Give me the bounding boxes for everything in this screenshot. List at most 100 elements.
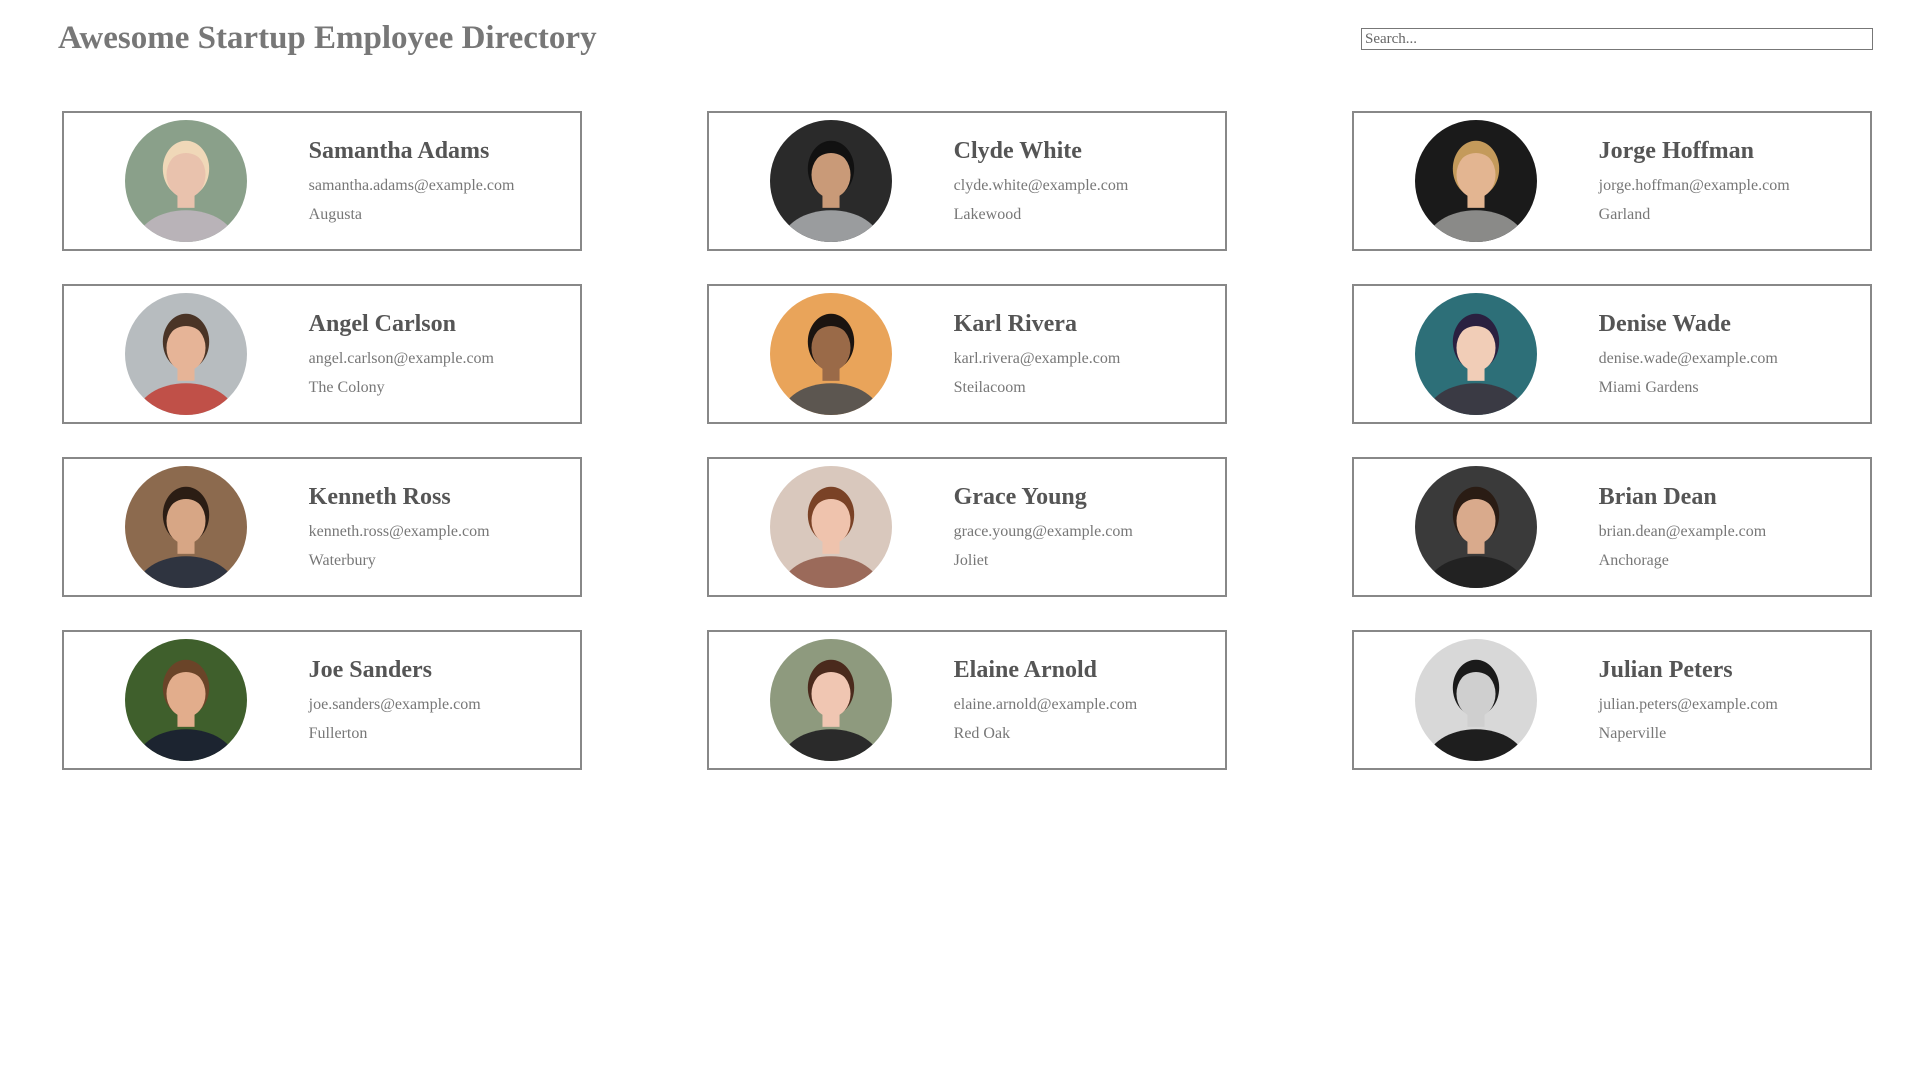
- portrait-graphic: [1415, 120, 1538, 242]
- photo-face: [166, 151, 206, 199]
- photo-face: [166, 670, 206, 718]
- employee-info: Karl Rivera karl.rivera@example.com Stei…: [954, 311, 1164, 397]
- employee-city: Augusta: [308, 206, 362, 223]
- search-input[interactable]: [1361, 28, 1873, 50]
- employee-photo: [770, 466, 893, 588]
- employee-photo: [770, 120, 893, 242]
- portrait-graphic: [125, 293, 248, 415]
- employee-card[interactable]: Samantha Adams samantha.adams@example.co…: [62, 111, 582, 251]
- employee-name: Joe Sanders: [308, 657, 432, 683]
- employee-email: kenneth.ross@example.com: [308, 523, 490, 540]
- employee-email: samantha.adams@example.com: [308, 177, 515, 194]
- photo-face: [1456, 324, 1496, 372]
- portrait-graphic: [1415, 639, 1538, 761]
- employee-name: Samantha Adams: [308, 138, 490, 164]
- photo-face: [166, 324, 206, 372]
- employee-city: Waterbury: [308, 552, 376, 569]
- employee-info: Jorge Hoffman jorge.hoffman@example.com …: [1599, 138, 1809, 224]
- employee-info: Samantha Adams samantha.adams@example.co…: [309, 138, 519, 224]
- employee-card[interactable]: Clyde White clyde.white@example.com Lake…: [707, 111, 1227, 251]
- photo-face: [811, 151, 851, 199]
- employee-photo: [1415, 466, 1538, 588]
- photo-face: [811, 670, 851, 718]
- employee-photo: [125, 639, 248, 761]
- search-container: [1361, 28, 1873, 50]
- employee-card[interactable]: Kenneth Ross kenneth.ross@example.com Wa…: [62, 457, 582, 597]
- employee-city: Red Oak: [953, 725, 1011, 742]
- employee-info: Joe Sanders joe.sanders@example.com Full…: [309, 657, 519, 743]
- employee-email: karl.rivera@example.com: [953, 350, 1121, 367]
- employee-name: Brian Dean: [1598, 484, 1717, 510]
- employee-photo: [125, 293, 248, 415]
- employee-photo: [770, 639, 893, 761]
- portrait-graphic: [125, 120, 248, 242]
- employee-card[interactable]: Karl Rivera karl.rivera@example.com Stei…: [707, 284, 1227, 424]
- portrait-graphic: [1415, 293, 1538, 415]
- employee-card[interactable]: Julian Peters julian.peters@example.com …: [1352, 630, 1872, 770]
- employee-photo: [1415, 120, 1538, 242]
- portrait-graphic: [125, 639, 248, 761]
- portrait-graphic: [770, 639, 893, 761]
- employee-card[interactable]: Angel Carlson angel.carlson@example.com …: [62, 284, 582, 424]
- portrait-graphic: [125, 466, 248, 588]
- employee-name: Clyde White: [953, 138, 1082, 164]
- employee-email: julian.peters@example.com: [1598, 696, 1778, 713]
- employee-name: Julian Peters: [1598, 657, 1733, 683]
- employee-photo: [770, 293, 893, 415]
- employee-name: Jorge Hoffman: [1598, 138, 1754, 164]
- employee-card[interactable]: Brian Dean brian.dean@example.com Anchor…: [1352, 457, 1872, 597]
- portrait-graphic: [770, 293, 893, 415]
- employee-email: jorge.hoffman@example.com: [1598, 177, 1790, 194]
- employee-card[interactable]: Elaine Arnold elaine.arnold@example.com …: [707, 630, 1227, 770]
- employee-name: Grace Young: [953, 484, 1087, 510]
- employee-info: Kenneth Ross kenneth.ross@example.com Wa…: [309, 484, 519, 570]
- employee-name: Denise Wade: [1598, 311, 1731, 337]
- employee-city: Miami Gardens: [1598, 379, 1699, 396]
- employee-email: angel.carlson@example.com: [308, 350, 494, 367]
- employee-email: denise.wade@example.com: [1598, 350, 1778, 367]
- portrait-graphic: [1415, 466, 1538, 588]
- employee-info: Clyde White clyde.white@example.com Lake…: [954, 138, 1164, 224]
- employee-city: Lakewood: [953, 206, 1022, 223]
- employee-name: Angel Carlson: [308, 311, 456, 337]
- employee-email: grace.young@example.com: [953, 523, 1133, 540]
- employee-city: Garland: [1598, 206, 1651, 223]
- employee-photo: [125, 120, 248, 242]
- page-title: Awesome Startup Employee Directory: [58, 20, 597, 56]
- employee-name: Kenneth Ross: [308, 484, 451, 510]
- employee-card[interactable]: Denise Wade denise.wade@example.com Miam…: [1352, 284, 1872, 424]
- page-header: Awesome Startup Employee Directory: [58, 0, 1873, 90]
- employee-city: Naperville: [1598, 725, 1667, 742]
- employee-email: brian.dean@example.com: [1598, 523, 1767, 540]
- employee-email: joe.sanders@example.com: [308, 696, 481, 713]
- photo-face: [811, 324, 851, 372]
- employee-name: Elaine Arnold: [953, 657, 1098, 683]
- photo-face: [811, 497, 851, 545]
- employee-info: Brian Dean brian.dean@example.com Anchor…: [1599, 484, 1809, 570]
- employee-email: elaine.arnold@example.com: [953, 696, 1138, 713]
- employee-card[interactable]: Joe Sanders joe.sanders@example.com Full…: [62, 630, 582, 770]
- employee-info: Grace Young grace.young@example.com Joli…: [954, 484, 1164, 570]
- photo-face: [166, 497, 206, 545]
- employee-card[interactable]: Jorge Hoffman jorge.hoffman@example.com …: [1352, 111, 1872, 251]
- employee-info: Julian Peters julian.peters@example.com …: [1599, 657, 1809, 743]
- employee-city: The Colony: [308, 379, 385, 396]
- employee-name: Karl Rivera: [953, 311, 1077, 337]
- employee-email: clyde.white@example.com: [953, 177, 1129, 194]
- employee-photo: [125, 466, 248, 588]
- employee-photo: [1415, 639, 1538, 761]
- employee-photo: [1415, 293, 1538, 415]
- photo-face: [1456, 670, 1496, 718]
- employee-card[interactable]: Grace Young grace.young@example.com Joli…: [707, 457, 1227, 597]
- photo-face: [1456, 497, 1496, 545]
- employee-city: Steilacoom: [953, 379, 1026, 396]
- employee-info: Elaine Arnold elaine.arnold@example.com …: [954, 657, 1164, 743]
- employee-city: Fullerton: [308, 725, 368, 742]
- employee-city: Joliet: [953, 552, 989, 569]
- employee-info: Angel Carlson angel.carlson@example.com …: [309, 311, 519, 397]
- employee-city: Anchorage: [1598, 552, 1669, 569]
- photo-face: [1456, 151, 1496, 199]
- portrait-graphic: [770, 466, 893, 588]
- portrait-graphic: [770, 120, 893, 242]
- employee-gallery: Samantha Adams samantha.adams@example.co…: [62, 111, 1872, 770]
